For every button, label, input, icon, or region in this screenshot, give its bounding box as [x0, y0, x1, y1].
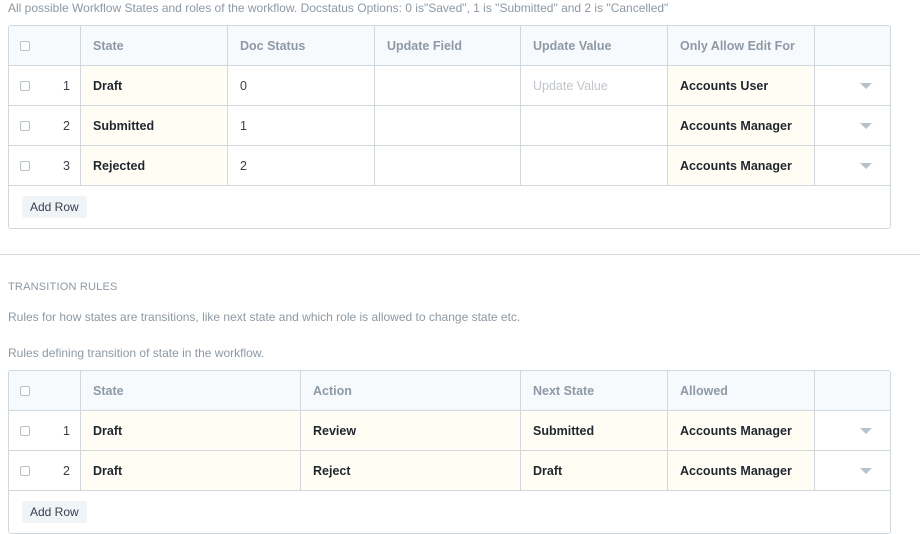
table-row[interactable]: 1 Draft 0 Update Value Accounts User: [9, 66, 890, 106]
table-row[interactable]: 3 Rejected 2 Accounts Manager: [9, 146, 890, 186]
header-spacer: [815, 371, 890, 410]
row-index: 3: [41, 146, 81, 185]
row-menu[interactable]: [815, 66, 890, 105]
state-column-header[interactable]: State: [81, 26, 228, 65]
section-divider: [0, 254, 920, 255]
table-row[interactable]: 2 Draft Reject Draft Accounts Manager: [9, 451, 890, 491]
update-value-cell[interactable]: [521, 106, 668, 145]
transition-rules-heading: TRANSITION RULES: [8, 281, 118, 293]
doc-status-cell[interactable]: 2: [228, 146, 375, 185]
update-value-column-header[interactable]: Update Value: [521, 26, 668, 65]
select-all-checkbox[interactable]: [9, 371, 41, 410]
row-checkbox[interactable]: [9, 146, 41, 185]
chevron-down-icon[interactable]: [860, 82, 872, 89]
row-menu[interactable]: [815, 106, 890, 145]
action-cell[interactable]: Reject: [301, 451, 521, 490]
row-checkbox[interactable]: [9, 66, 41, 105]
update-value-cell[interactable]: [521, 146, 668, 185]
select-all-checkbox[interactable]: [9, 26, 41, 65]
row-checkbox[interactable]: [9, 411, 41, 450]
next-state-column-header[interactable]: Next State: [521, 371, 668, 410]
next-state-cell[interactable]: Draft: [521, 451, 668, 490]
checkbox-icon: [20, 465, 30, 476]
state-cell[interactable]: Submitted: [81, 106, 228, 145]
chevron-down-icon[interactable]: [860, 122, 872, 129]
row-index: 2: [41, 106, 81, 145]
chevron-down-icon[interactable]: [860, 427, 872, 434]
row-index: 2: [41, 451, 81, 490]
states-grid-header: # State Doc Status Update Field Update V…: [9, 26, 890, 66]
update-field-cell[interactable]: [375, 66, 521, 105]
table-row[interactable]: 1 Draft Review Submitted Accounts Manage…: [9, 411, 890, 451]
checkbox-icon: [20, 80, 30, 91]
index-header: #: [41, 371, 81, 410]
update-field-cell[interactable]: [375, 106, 521, 145]
row-menu[interactable]: [815, 411, 890, 450]
update-field-cell[interactable]: [375, 146, 521, 185]
row-index: 1: [41, 66, 81, 105]
row-menu[interactable]: [815, 146, 890, 185]
state-cell[interactable]: Draft: [81, 66, 228, 105]
state-column-header[interactable]: State: [81, 371, 301, 410]
states-grid-footer: Add Row: [9, 186, 890, 228]
state-cell[interactable]: Draft: [81, 451, 301, 490]
row-index: 1: [41, 411, 81, 450]
row-checkbox[interactable]: [9, 106, 41, 145]
add-row-button[interactable]: Add Row: [22, 196, 87, 218]
transitions-grid-header: # State Action Next State Allowed: [9, 371, 890, 411]
next-state-cell[interactable]: Submitted: [521, 411, 668, 450]
transition-rules-intro: Rules for how states are transitions, li…: [8, 310, 521, 324]
checkbox-icon: [20, 120, 30, 131]
state-cell[interactable]: Draft: [81, 411, 301, 450]
state-cell[interactable]: Rejected: [81, 146, 228, 185]
allow-edit-cell[interactable]: Accounts Manager: [668, 106, 815, 145]
doc-status-cell[interactable]: 1: [228, 106, 375, 145]
states-grid: # State Doc Status Update Field Update V…: [8, 25, 891, 229]
doc-status-cell[interactable]: 0: [228, 66, 375, 105]
row-checkbox[interactable]: [9, 451, 41, 490]
allowed-column-header[interactable]: Allowed: [668, 371, 815, 410]
transitions-description: Rules defining transition of state in th…: [8, 346, 265, 360]
checkbox-icon: [20, 385, 30, 396]
checkbox-icon: [20, 160, 30, 171]
update-value-cell[interactable]: Update Value: [521, 66, 668, 105]
allowed-cell[interactable]: Accounts Manager: [668, 411, 815, 450]
chevron-down-icon[interactable]: [860, 467, 872, 474]
checkbox-icon: [20, 425, 30, 436]
row-menu[interactable]: [815, 451, 890, 490]
chevron-down-icon[interactable]: [860, 162, 872, 169]
checkbox-icon: [20, 40, 30, 51]
allow-edit-cell[interactable]: Accounts User: [668, 66, 815, 105]
action-column-header[interactable]: Action: [301, 371, 521, 410]
allow-edit-column-header[interactable]: Only Allow Edit For: [668, 26, 815, 65]
index-header: #: [41, 26, 81, 65]
doc-status-column-header[interactable]: Doc Status: [228, 26, 375, 65]
update-field-column-header[interactable]: Update Field: [375, 26, 521, 65]
header-spacer: [815, 26, 890, 65]
allowed-cell[interactable]: Accounts Manager: [668, 451, 815, 490]
allow-edit-cell[interactable]: Accounts Manager: [668, 146, 815, 185]
table-row[interactable]: 2 Submitted 1 Accounts Manager: [9, 106, 890, 146]
states-description: All possible Workflow States and roles o…: [8, 1, 669, 15]
transitions-grid: # State Action Next State Allowed 1 Draf…: [8, 370, 891, 534]
add-row-button[interactable]: Add Row: [22, 501, 87, 523]
action-cell[interactable]: Review: [301, 411, 521, 450]
